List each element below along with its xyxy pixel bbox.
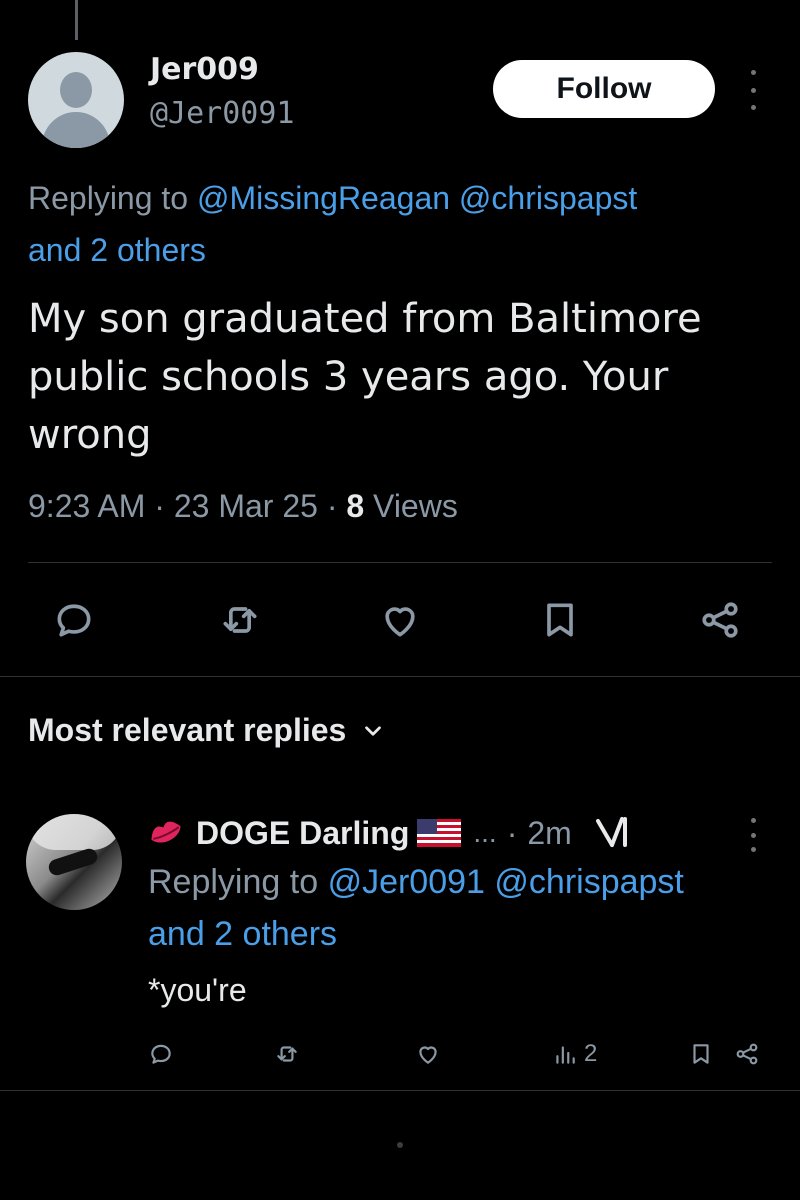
tweet-text: My son graduated from Baltimore public s… <box>28 296 702 458</box>
replying-to: Replying to @MissingReagan @chrispapst a… <box>28 172 788 276</box>
reply-bookmark-icon[interactable] <box>688 1036 714 1072</box>
share-icon[interactable] <box>690 590 750 650</box>
like-icon[interactable] <box>370 590 430 650</box>
views-label: Views <box>373 488 458 524</box>
reply-header: DOGE Darling ... · 2m <box>148 810 632 856</box>
thread-line <box>75 0 78 40</box>
default-avatar-head <box>60 72 92 108</box>
tweet-time[interactable]: 9:23 AM <box>28 488 145 524</box>
views-count: 8 <box>346 488 365 524</box>
reply-share-icon[interactable] <box>734 1036 760 1072</box>
chevron-down-icon <box>365 725 382 736</box>
sunglasses <box>46 846 100 878</box>
tweet-detail-page: Jer009 @Jer0091 Follow Replying to @Miss… <box>0 0 800 1200</box>
tweet-date[interactable]: 23 Mar 25 <box>174 488 318 524</box>
reply-text: *you're <box>148 972 247 1008</box>
reply-icon[interactable] <box>44 590 104 650</box>
tweet-meta: 9:23 AM · 23 Mar 25 · 8 Views <box>28 488 458 524</box>
replying-to-mentions[interactable]: @MissingReagan @chrispapst <box>197 180 637 216</box>
reply-time[interactable]: 2m <box>527 815 571 852</box>
author-handle[interactable]: @Jer0091 <box>150 96 295 131</box>
us-flag-icon <box>417 819 462 847</box>
analytics-icon <box>556 1046 575 1064</box>
reply-display-name[interactable]: DOGE Darling <box>196 815 409 852</box>
reply-divider <box>0 1090 800 1091</box>
actions-divider <box>0 676 800 677</box>
reply-views[interactable]: 2 <box>552 1036 597 1072</box>
grok-icon[interactable] <box>592 815 632 851</box>
tweet-actions <box>28 590 772 650</box>
bookmark-icon[interactable] <box>530 590 590 650</box>
reply-replying-to: Replying to @Jer0091 @chrispapst and 2 o… <box>148 856 788 960</box>
reply-reply-icon[interactable] <box>148 1036 174 1072</box>
reply-replying-to-prefix: Replying to <box>148 863 319 901</box>
replying-to-prefix: Replying to <box>28 180 189 216</box>
more-options-icon[interactable] <box>744 70 762 110</box>
reply-more-options-icon[interactable] <box>746 818 760 852</box>
reply-views-count: 2 <box>584 1040 598 1067</box>
replying-to-others[interactable]: and 2 others <box>28 232 206 268</box>
author-display-name[interactable]: Jer009 <box>150 52 259 87</box>
reply-replying-to-mentions[interactable]: @Jer0091 @chrispapst <box>328 863 684 901</box>
kiss-lips-icon <box>151 821 181 843</box>
loading-indicator <box>397 1142 403 1148</box>
replies-sort-label: Most relevant replies <box>28 712 347 748</box>
replies-sort-dropdown[interactable]: Most relevant replies <box>28 712 386 749</box>
author-avatar[interactable] <box>28 52 124 148</box>
retweet-icon[interactable] <box>210 590 270 650</box>
reply-like-icon[interactable] <box>415 1036 441 1072</box>
default-avatar-body <box>42 112 110 148</box>
meta-divider <box>28 562 772 563</box>
reply-author-avatar[interactable] <box>26 814 122 910</box>
reply-replying-to-others[interactable]: and 2 others <box>148 915 337 953</box>
follow-button[interactable]: Follow <box>493 60 715 118</box>
reply-retweet-icon[interactable] <box>274 1036 300 1072</box>
reply-name-ellipsis: ... <box>473 817 497 848</box>
